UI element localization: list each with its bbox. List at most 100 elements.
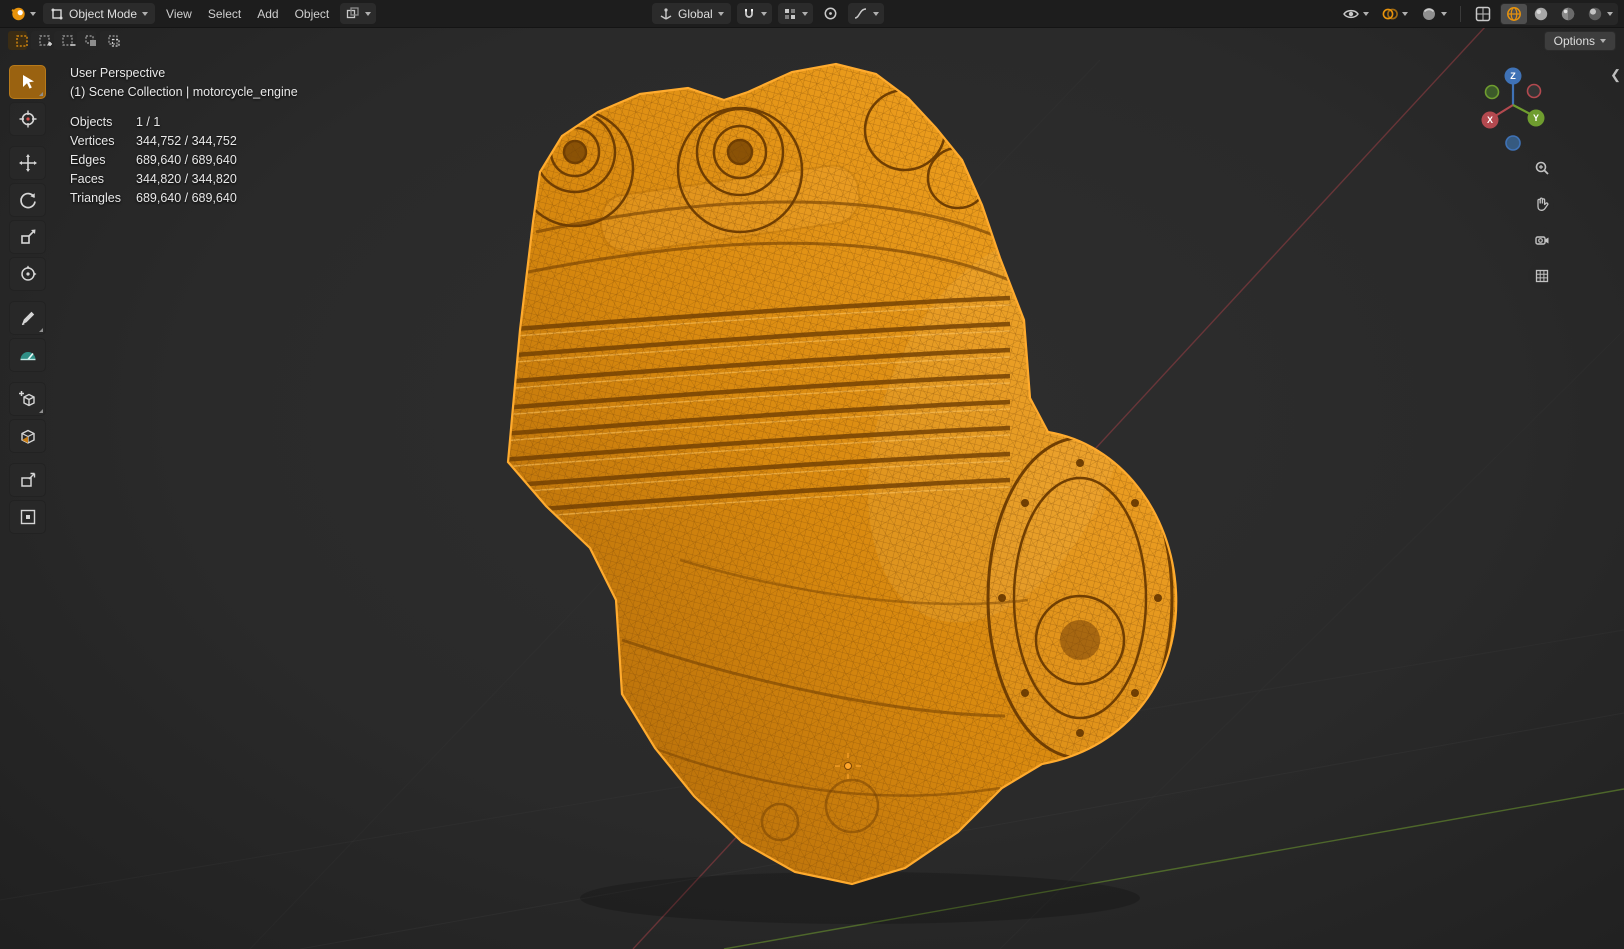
- ortho-grid-icon: [1535, 269, 1549, 283]
- extrude-icon: [20, 472, 35, 487]
- tool-settings-bar: Options: [0, 28, 1624, 53]
- select-extend-icon: [39, 34, 52, 46]
- tool-cursor[interactable]: [9, 102, 46, 136]
- move-icon: [18, 154, 37, 172]
- subtool-indicator: [39, 92, 43, 96]
- falloff-curve-icon: [854, 8, 866, 19]
- chevron-down-icon: [717, 11, 724, 16]
- select-mode-subtract-button[interactable]: [54, 31, 76, 50]
- transform-orientation-dropdown[interactable]: Global: [652, 3, 731, 24]
- annotate-pen-icon: [21, 311, 34, 326]
- header-right: [1338, 2, 1618, 25]
- tool-measure[interactable]: [9, 338, 46, 372]
- xray-toggle-button[interactable]: [1470, 3, 1496, 24]
- select-mode-invert-button[interactable]: [77, 31, 96, 50]
- shading-solid-button[interactable]: [1528, 4, 1554, 24]
- tool-rotate[interactable]: [9, 183, 46, 217]
- inset-icon: [20, 509, 35, 525]
- scale-icon: [20, 229, 35, 244]
- render-preview-dropdown[interactable]: [1416, 3, 1451, 24]
- tool-add-primitive[interactable]: [9, 419, 46, 453]
- options-dropdown[interactable]: Options: [1543, 30, 1616, 51]
- scene-statistics: Objects 1 / 1 Vertices 344,752 / 344,752…: [70, 113, 298, 208]
- snap-target-grid-icon: [784, 8, 795, 19]
- select-mode-intersect-button[interactable]: [100, 31, 120, 50]
- stat-label: Objects: [70, 115, 113, 129]
- shading-wireframe-button[interactable]: [1501, 3, 1527, 24]
- gizmos-eye-icon: [1343, 9, 1359, 18]
- select-box-icon: [22, 75, 34, 89]
- menu-select[interactable]: Select: [200, 4, 249, 24]
- shading-rendered-button[interactable]: [1582, 4, 1617, 24]
- show-overlays-dropdown[interactable]: [1377, 3, 1412, 24]
- proportional-editing-toggle[interactable]: [819, 3, 842, 24]
- chevron-down-icon: [760, 11, 767, 16]
- menu-bar: View Select Add Object: [158, 4, 337, 24]
- tool-add-cube[interactable]: [9, 382, 46, 416]
- select-mode-new-button[interactable]: [8, 31, 28, 50]
- pan-button[interactable]: [1528, 191, 1554, 217]
- tool-annotate[interactable]: [9, 301, 46, 335]
- measure-protractor-icon: [20, 352, 35, 361]
- magnet-icon: [744, 8, 753, 18]
- subtool-indicator: [39, 328, 43, 332]
- orientation-label: Global: [678, 6, 713, 21]
- gizmo-axis-y-label: Y: [1533, 113, 1539, 123]
- stat-label: Triangles: [70, 191, 121, 205]
- proportional-falloff-dropdown[interactable]: [847, 3, 884, 24]
- gizmo-axis-neg-x[interactable]: [1526, 83, 1542, 99]
- editor-type-dropdown[interactable]: [6, 3, 40, 24]
- stat-value: 344,820 / 344,820: [136, 172, 237, 186]
- menu-view[interactable]: View: [158, 4, 200, 24]
- tool-inset[interactable]: [9, 500, 46, 534]
- select-mode-extend-button[interactable]: [31, 31, 52, 50]
- camera-icon: [1535, 236, 1549, 245]
- gizmo-axis-x-label: X: [1487, 115, 1493, 125]
- sidebar-toggle-arrow[interactable]: ❮: [1608, 67, 1623, 83]
- zoom-button[interactable]: [1528, 155, 1554, 181]
- material-sphere-icon: [1561, 7, 1575, 20]
- snap-toggle-dropdown[interactable]: [736, 3, 772, 24]
- perspective-toggle-button[interactable]: [1528, 263, 1554, 289]
- shading-material-button[interactable]: [1555, 4, 1581, 24]
- breadcrumb: (1) Scene Collection | motorcycle_engine: [70, 85, 298, 99]
- stat-value: 1 / 1: [136, 115, 161, 129]
- viewport-3d[interactable]: User Perspective (1) Scene Collection | …: [0, 27, 1624, 949]
- motorcycle-engine-model[interactable]: [480, 50, 1200, 910]
- tool-extrude[interactable]: [9, 463, 46, 497]
- tool-transform[interactable]: [9, 257, 46, 291]
- select-set-icon: [16, 34, 28, 47]
- navigation-gizmo[interactable]: Z X Y: [1478, 63, 1548, 155]
- view-perspective-label: User Perspective: [70, 66, 166, 80]
- xray-icon: [1475, 6, 1491, 21]
- chevron-down-icon: [365, 11, 372, 16]
- chevron-down-icon: [1363, 11, 1369, 16]
- subtool-indicator: [39, 409, 43, 413]
- cursor-3d-icon: [19, 110, 36, 128]
- pivot-point-dropdown[interactable]: [340, 3, 377, 24]
- magnifier-icon: [1535, 161, 1549, 175]
- header-center: Global: [652, 3, 884, 24]
- mode-label: Object Mode: [69, 6, 138, 21]
- add-cube-icon: [18, 391, 35, 407]
- stat-value: 344,752 / 344,752: [136, 134, 237, 148]
- gizmo-axis-neg-y[interactable]: [1484, 84, 1500, 100]
- stat-label: Edges: [70, 153, 106, 167]
- select-mode-group: [8, 31, 120, 50]
- stat-label: Faces: [70, 172, 105, 186]
- tool-select-box[interactable]: [9, 65, 46, 99]
- mode-selector[interactable]: Object Mode: [43, 3, 156, 24]
- stat-value: 689,640 / 689,640: [136, 191, 237, 205]
- hand-icon: [1537, 197, 1549, 211]
- overlays-icon: [1382, 8, 1398, 19]
- tool-scale[interactable]: [9, 220, 46, 254]
- snap-target-dropdown[interactable]: [777, 3, 813, 24]
- gizmo-axis-neg-z[interactable]: [1505, 135, 1521, 151]
- camera-view-button[interactable]: [1528, 227, 1554, 253]
- menu-add[interactable]: Add: [249, 4, 286, 24]
- show-gizmos-dropdown[interactable]: [1338, 3, 1373, 24]
- tool-move[interactable]: [9, 146, 46, 180]
- wireframe-sphere-icon: [1507, 6, 1521, 21]
- select-intersect-icon: [108, 34, 120, 47]
- menu-object[interactable]: Object: [287, 4, 338, 24]
